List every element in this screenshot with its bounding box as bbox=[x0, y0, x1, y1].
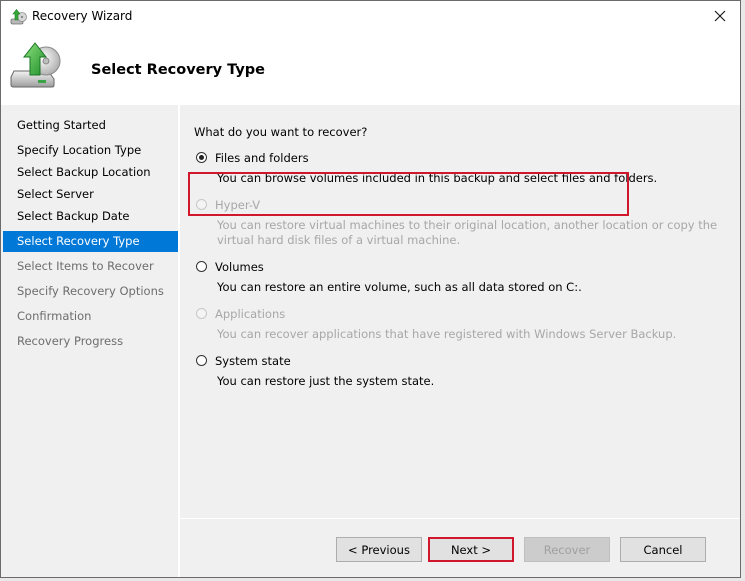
wizard-steps-nav: Getting Started Specify Location Type Se… bbox=[1, 105, 180, 577]
close-icon bbox=[714, 10, 726, 22]
recovery-wizard-window: Recovery Wizard Select Recovery Type Get… bbox=[0, 0, 741, 578]
hyper-v-radio[interactable] bbox=[196, 199, 207, 210]
title-bar: Recovery Wizard bbox=[1, 1, 740, 33]
option-label[interactable]: Volumes bbox=[215, 260, 264, 274]
next-button[interactable]: Next > bbox=[428, 537, 514, 562]
recover-button[interactable]: Recover bbox=[524, 537, 610, 562]
nav-item-specify-location-type[interactable]: Specify Location Type bbox=[3, 140, 178, 161]
recovery-type-panel: What do you want to recover? Files and f… bbox=[180, 105, 740, 518]
nav-item-select-recovery-type[interactable]: Select Recovery Type bbox=[3, 231, 178, 252]
wizard-header: Select Recovery Type bbox=[1, 33, 740, 105]
recovery-question: What do you want to recover? bbox=[194, 125, 368, 139]
option-description: You can recover applications that have r… bbox=[217, 327, 677, 341]
applications-radio[interactable] bbox=[196, 308, 207, 319]
option-label[interactable]: Hyper-V bbox=[215, 198, 260, 212]
option-description: You can restore just the system state. bbox=[217, 374, 435, 388]
volumes-radio[interactable] bbox=[196, 261, 207, 272]
nav-item-select-backup-location[interactable]: Select Backup Location bbox=[3, 162, 178, 183]
option-description: You can browse volumes included in this … bbox=[217, 171, 658, 185]
nav-item-getting-started[interactable]: Getting Started bbox=[3, 115, 178, 136]
window-title: Recovery Wizard bbox=[32, 9, 133, 23]
nav-item-specify-recovery-options[interactable]: Specify Recovery Options bbox=[3, 281, 178, 302]
nav-item-select-backup-date[interactable]: Select Backup Date bbox=[3, 206, 178, 227]
system-state-radio[interactable] bbox=[196, 355, 207, 366]
backup-disk-restore-icon bbox=[10, 9, 27, 25]
option-label[interactable]: Files and folders bbox=[215, 151, 309, 165]
nav-item-select-server[interactable]: Select Server bbox=[3, 184, 178, 205]
option-description: You can restore an entire volume, such a… bbox=[217, 280, 582, 294]
files-and-folders-radio[interactable] bbox=[196, 152, 207, 163]
close-button[interactable] bbox=[706, 3, 734, 29]
footer-divider bbox=[180, 518, 740, 519]
backup-disk-restore-icon bbox=[10, 42, 61, 88]
nav-item-confirmation[interactable]: Confirmation bbox=[3, 306, 178, 327]
nav-item-select-items-to-recover[interactable]: Select Items to Recover bbox=[3, 256, 178, 277]
cancel-button[interactable]: Cancel bbox=[620, 537, 706, 562]
option-label[interactable]: System state bbox=[215, 354, 291, 368]
option-description: You can restore virtual machines to thei… bbox=[217, 218, 718, 247]
option-label[interactable]: Applications bbox=[215, 307, 285, 321]
previous-button[interactable]: < Previous bbox=[336, 537, 422, 562]
page-title: Select Recovery Type bbox=[91, 62, 265, 78]
nav-item-recovery-progress[interactable]: Recovery Progress bbox=[3, 331, 178, 352]
